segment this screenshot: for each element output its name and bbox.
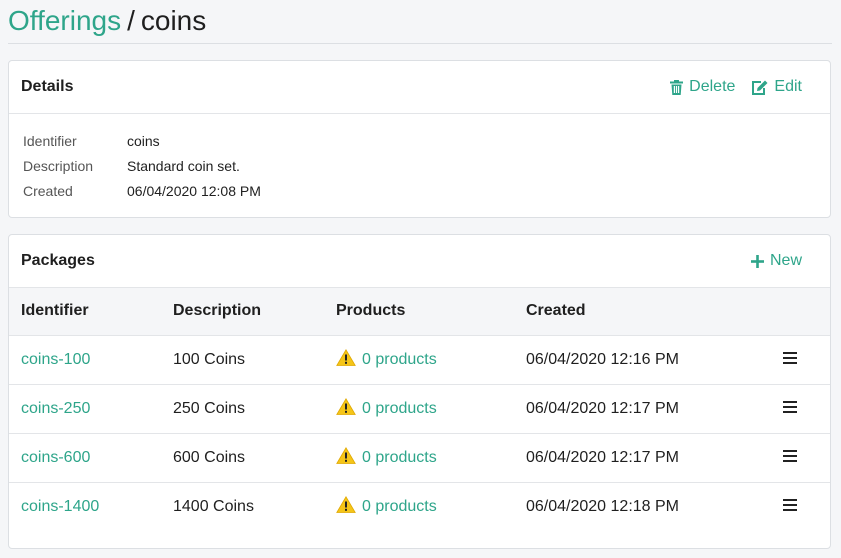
table-row: coins-250 250 Coins 0 products 06/04/202… <box>9 384 830 433</box>
package-identifier-link[interactable]: coins-1400 <box>21 498 99 515</box>
details-card: Details Delete Edit Identifier coins Des… <box>8 60 831 218</box>
detail-value: 06/04/2020 12:08 PM <box>127 182 261 199</box>
package-description: 250 Coins <box>173 399 246 417</box>
column-header-identifier: Identifier <box>21 302 89 320</box>
details-actions: Delete Edit <box>670 78 802 96</box>
package-created: 06/04/2020 12:18 PM <box>526 497 680 515</box>
package-description: 600 Coins <box>173 448 246 466</box>
package-products-link[interactable]: 0 products <box>336 446 514 469</box>
delete-label: Delete <box>689 78 736 95</box>
products-count: 0 products <box>362 497 437 515</box>
products-count: 0 products <box>362 399 437 417</box>
warning-icon <box>336 446 356 469</box>
hamburger-menu-icon <box>783 498 797 515</box>
title-divider <box>8 43 832 44</box>
column-header-menu <box>770 288 830 335</box>
detail-key: Description <box>23 157 94 174</box>
details-title: Details <box>21 78 74 95</box>
package-products-link[interactable]: 0 products <box>336 495 514 518</box>
plus-icon <box>750 254 764 268</box>
hamburger-menu-icon <box>783 400 797 417</box>
detail-value: Standard coin set. <box>127 157 240 174</box>
products-count: 0 products <box>362 448 437 466</box>
package-products-link[interactable]: 0 products <box>336 348 514 371</box>
package-products-link[interactable]: 0 products <box>336 397 514 420</box>
breadcrumb-offerings-link[interactable]: Offerings <box>8 5 121 36</box>
warning-icon <box>336 397 356 420</box>
warning-icon <box>336 495 356 518</box>
hamburger-menu-icon <box>783 351 797 368</box>
details-header: Details Delete Edit <box>9 61 830 114</box>
table-header-row: Identifier Description Products Created <box>9 288 830 335</box>
row-menu-button[interactable] <box>783 351 797 369</box>
new-label: New <box>769 252 802 269</box>
warning-icon <box>336 348 356 371</box>
new-package-button[interactable]: New <box>750 252 802 270</box>
detail-key: Identifier <box>23 132 77 149</box>
trash-icon <box>670 79 684 95</box>
breadcrumb: Offerings / coins <box>8 4 206 38</box>
column-header-products: Products <box>336 302 406 320</box>
detail-value: coins <box>127 132 160 149</box>
package-description: 1400 Coins <box>173 497 254 515</box>
breadcrumb-current: coins <box>140 5 207 36</box>
row-menu-button[interactable] <box>783 449 797 467</box>
breadcrumb-separator: / <box>127 5 135 36</box>
package-description: 100 Coins <box>173 350 246 368</box>
detail-row-identifier: Identifier coins <box>23 128 816 153</box>
row-menu-button[interactable] <box>783 498 797 516</box>
package-created: 06/04/2020 12:17 PM <box>526 448 680 466</box>
details-body: Identifier coins Description Standard co… <box>9 114 830 203</box>
detail-row-description: Description Standard coin set. <box>23 153 816 178</box>
delete-button[interactable]: Delete <box>670 78 735 96</box>
packages-card: Packages New Identifier Description Prod… <box>8 234 831 549</box>
packages-table: Identifier Description Products Created … <box>9 288 830 531</box>
edit-label: Edit <box>774 78 802 95</box>
edit-button[interactable]: Edit <box>751 78 802 96</box>
package-identifier-link[interactable]: coins-100 <box>21 351 90 368</box>
column-header-description: Description <box>173 302 262 320</box>
package-identifier-link[interactable]: coins-250 <box>21 400 90 417</box>
table-row: coins-600 600 Coins 0 products 06/04/202… <box>9 433 830 482</box>
table-row: coins-1400 1400 Coins 0 products 06/04/2… <box>9 482 830 531</box>
table-row: coins-100 100 Coins 0 products 06/04/202… <box>9 335 830 384</box>
packages-title: Packages <box>21 252 95 269</box>
detail-row-created: Created 06/04/2020 12:08 PM <box>23 178 816 203</box>
package-created: 06/04/2020 12:16 PM <box>526 350 680 368</box>
hamburger-menu-icon <box>783 449 797 466</box>
package-identifier-link[interactable]: coins-600 <box>21 449 90 466</box>
packages-header: Packages New <box>9 235 830 288</box>
detail-key: Created <box>23 182 73 199</box>
column-header-created: Created <box>526 302 586 320</box>
edit-icon <box>751 80 768 95</box>
package-created: 06/04/2020 12:17 PM <box>526 399 680 417</box>
row-menu-button[interactable] <box>783 400 797 418</box>
products-count: 0 products <box>362 350 437 368</box>
